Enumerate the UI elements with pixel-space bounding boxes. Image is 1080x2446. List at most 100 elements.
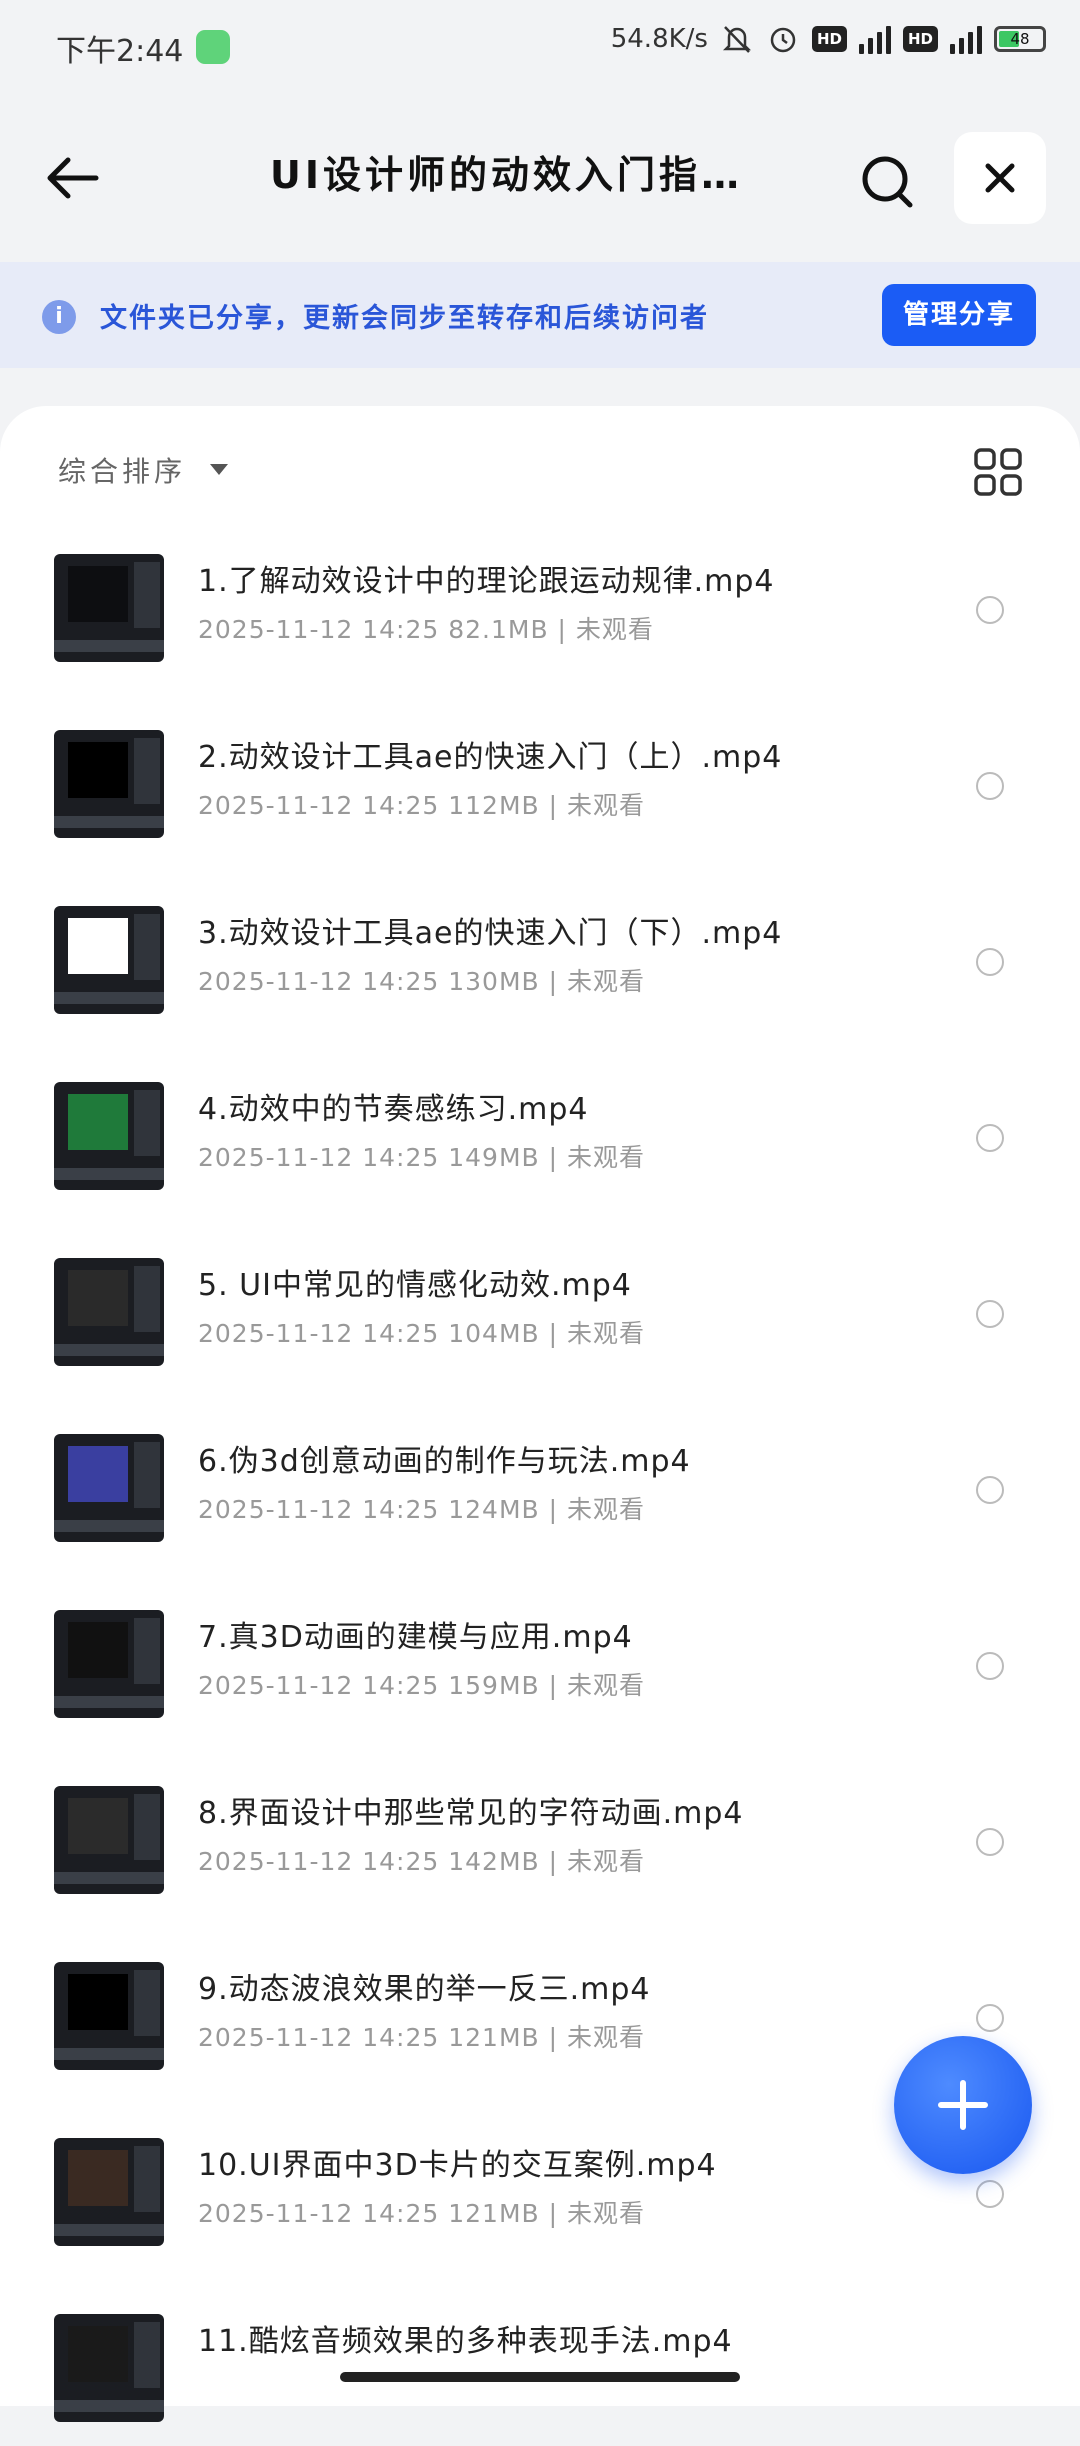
thumbnail-preview — [68, 918, 128, 974]
video-thumbnail — [54, 1786, 164, 1894]
file-name: 9.动态波浪效果的举一反三.mp4 — [198, 1972, 651, 2007]
thumbnail-preview — [68, 1622, 128, 1678]
sort-caret-icon — [210, 464, 228, 475]
hd-badge-1: HD — [811, 26, 847, 52]
thumbnail-preview — [68, 1974, 128, 2030]
signal-icon-4g — [858, 24, 891, 54]
file-row[interactable]: 6.伪3d创意动画的制作与玩法.mp4 2025-11-12 14:25 124M… — [0, 1390, 1080, 1566]
file-row[interactable]: 5. UI中常见的情感化动效.mp4 2025-11-12 14:25 104MB… — [0, 1214, 1080, 1390]
file-row[interactable]: 4.动效中的节奏感练习.mp4 2025-11-12 14:25 149MB | … — [0, 1038, 1080, 1214]
signal-icon-5g — [950, 24, 982, 54]
file-row[interactable]: 1.了解动效设计中的理论跟运动规律.mp4 2025-11-12 14:25 82… — [0, 510, 1080, 686]
file-meta: 2025-11-12 14:25 121MB | 未观看 — [198, 2023, 645, 2052]
thumbnail-timeline — [54, 2224, 164, 2236]
file-meta: 2025-11-12 14:25 82.1MB | 未观看 — [198, 615, 654, 644]
thumbnail-timeline — [54, 1168, 164, 1180]
status-indicators: 54.8K/s HD HD 48 — [611, 22, 1046, 56]
thumbnail-panel — [134, 1794, 160, 1860]
file-meta: 2025-11-12 14:25 142MB | 未观看 — [198, 1847, 645, 1876]
file-row[interactable]: 11.酷炫音频效果的多种表现手法.mp4 — [0, 2270, 1080, 2446]
grid-view-icon — [974, 448, 1022, 496]
thumbnail-panel — [134, 2146, 160, 2212]
thumbnail-timeline — [54, 1344, 164, 1356]
select-radio[interactable] — [976, 1476, 1004, 1504]
select-radio[interactable] — [976, 1652, 1004, 1680]
select-radio[interactable] — [976, 2004, 1004, 2032]
battery-icon: 48 — [994, 26, 1046, 52]
file-name: 6.伪3d创意动画的制作与玩法.mp4 — [198, 1444, 691, 1479]
thumbnail-panel — [134, 1090, 160, 1156]
thumbnail-preview — [68, 1094, 128, 1150]
file-name: 4.动效中的节奏感练习.mp4 — [198, 1092, 589, 1127]
file-name: 3.动效设计工具ae的快速入门（下）.mp4 — [198, 916, 783, 951]
grid-view-button[interactable] — [970, 444, 1026, 500]
file-meta: 2025-11-12 14:25 121MB | 未观看 — [198, 2199, 645, 2228]
select-radio[interactable] — [976, 596, 1004, 624]
select-radio[interactable] — [976, 948, 1004, 976]
file-row[interactable]: 2.动效设计工具ae的快速入门（上）.mp4 2025-11-12 14:25 1… — [0, 686, 1080, 862]
thumbnail-preview — [68, 2150, 128, 2206]
video-thumbnail — [54, 1434, 164, 1542]
video-thumbnail — [54, 906, 164, 1014]
file-meta: 2025-11-12 14:25 149MB | 未观看 — [198, 1143, 645, 1172]
video-thumbnail — [54, 730, 164, 838]
select-radio[interactable] — [976, 1828, 1004, 1856]
file-name: 5. UI中常见的情感化动效.mp4 — [198, 1268, 632, 1303]
thumbnail-timeline — [54, 1696, 164, 1708]
file-meta: 2025-11-12 14:25 112MB | 未观看 — [198, 791, 645, 820]
select-radio[interactable] — [976, 2180, 1004, 2208]
file-row[interactable]: 8.界面设计中那些常见的字符动画.mp4 2025-11-12 14:25 142… — [0, 1742, 1080, 1918]
file-name: 10.UI界面中3D卡片的交互案例.mp4 — [198, 2148, 717, 2183]
file-name: 8.界面设计中那些常见的字符动画.mp4 — [198, 1796, 744, 1831]
file-meta: 2025-11-12 14:25 104MB | 未观看 — [198, 1319, 645, 1348]
thumbnail-timeline — [54, 640, 164, 652]
battery-level: 48 — [1010, 30, 1030, 48]
video-thumbnail — [54, 2314, 164, 2422]
video-thumbnail — [54, 2138, 164, 2246]
file-meta: 2025-11-12 14:25 124MB | 未观看 — [198, 1495, 645, 1524]
thumbnail-panel — [134, 1442, 160, 1508]
search-icon — [862, 156, 913, 208]
video-thumbnail — [54, 1258, 164, 1366]
manage-share-button[interactable]: 管理分享 — [882, 284, 1036, 346]
file-name: 1.了解动效设计中的理论跟运动规律.mp4 — [198, 564, 775, 599]
share-banner: i 文件夹已分享，更新会同步至转存和后续访问者 管理分享 — [0, 262, 1080, 368]
file-meta: 2025-11-12 14:25 130MB | 未观看 — [198, 967, 645, 996]
wechat-icon — [196, 30, 230, 64]
plus-icon — [938, 2080, 988, 2130]
thumbnail-preview — [68, 566, 128, 622]
close-button[interactable] — [954, 132, 1046, 224]
thumbnail-panel — [134, 914, 160, 980]
video-thumbnail — [54, 1610, 164, 1718]
thumbnail-timeline — [54, 2400, 164, 2412]
thumbnail-panel — [134, 1618, 160, 1684]
page-title: UI设计师的动效入门指… — [270, 153, 743, 197]
thumbnail-panel — [134, 1266, 160, 1332]
search-button[interactable] — [858, 152, 918, 212]
back-button[interactable] — [40, 148, 110, 208]
status-time: 下午2:44 — [56, 34, 184, 69]
thumbnail-panel — [134, 562, 160, 628]
home-indicator[interactable] — [340, 2372, 740, 2382]
add-button[interactable] — [894, 2036, 1032, 2174]
info-icon: i — [42, 300, 76, 334]
select-radio[interactable] — [976, 1300, 1004, 1328]
thumbnail-preview — [68, 1798, 128, 1854]
thumbnail-preview — [68, 1270, 128, 1326]
thumbnail-timeline — [54, 2048, 164, 2060]
select-radio[interactable] — [976, 1124, 1004, 1152]
thumbnail-timeline — [54, 1872, 164, 1884]
video-thumbnail — [54, 554, 164, 662]
file-row[interactable]: 7.真3D动画的建模与应用.mp4 2025-11-12 14:25 159MB … — [0, 1566, 1080, 1742]
thumbnail-panel — [134, 2322, 160, 2388]
thumbnail-preview — [68, 742, 128, 798]
status-bar: 下午2:44 54.8K/s HD HD 48 — [0, 0, 1080, 96]
thumbnail-timeline — [54, 816, 164, 828]
thumbnail-panel — [134, 738, 160, 804]
file-row[interactable]: 3.动效设计工具ae的快速入门（下）.mp4 2025-11-12 14:25 1… — [0, 862, 1080, 1038]
hd-badge-2: HD — [902, 26, 938, 52]
select-radio[interactable] — [976, 772, 1004, 800]
file-meta: 2025-11-12 14:25 159MB | 未观看 — [198, 1671, 645, 1700]
sort-label: 综合排序 — [58, 455, 187, 488]
share-notice: 文件夹已分享，更新会同步至转存和后续访问者 — [100, 303, 709, 334]
